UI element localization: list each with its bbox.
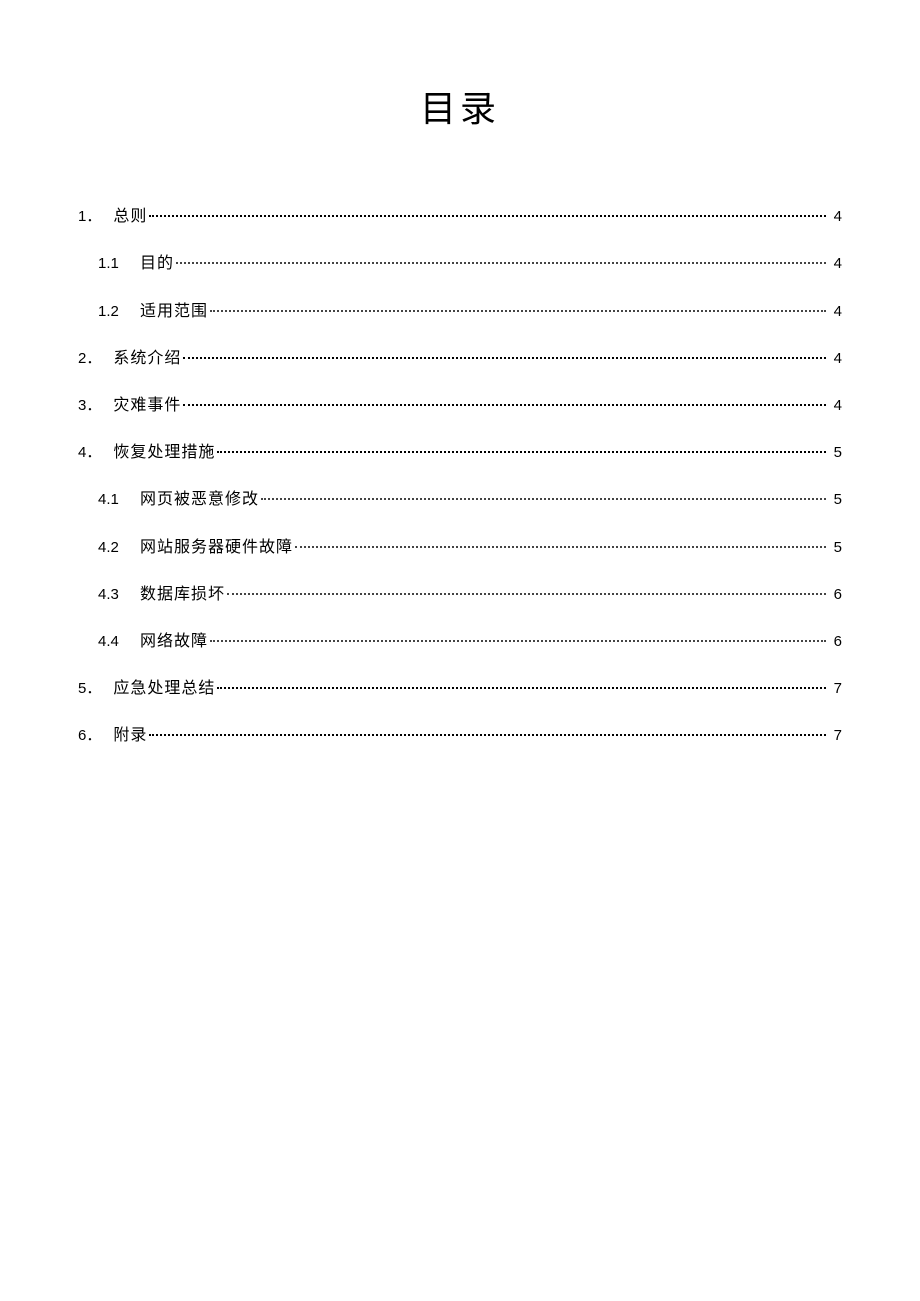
toc-leader-dots <box>217 438 826 457</box>
toc-leader-dots <box>295 532 826 551</box>
toc-entry[interactable]: 1．总则 4 <box>78 202 842 229</box>
toc-entry-page: 6 <box>828 584 842 607</box>
toc-entry-number: 3． <box>78 395 113 418</box>
toc-entry-label: 适用范围 <box>140 300 208 324</box>
toc-leader-dots <box>149 202 826 221</box>
toc-entry-page: 5 <box>828 489 842 512</box>
toc-leader-dots <box>210 627 826 646</box>
toc-entry[interactable]: 4.2网站服务器硬件故障 5 <box>78 532 842 559</box>
toc-leader-dots <box>176 249 826 268</box>
toc-entry-page: 4 <box>828 395 842 418</box>
toc-leader-dots <box>183 391 826 410</box>
toc-entry[interactable]: 3．灾难事件 4 <box>78 391 842 418</box>
toc-entry-label: 网页被恶意修改 <box>140 488 259 512</box>
toc-leader-dots <box>210 296 826 315</box>
toc-leader-dots <box>183 344 826 363</box>
toc-entry-page: 4 <box>828 301 842 324</box>
document-page: 目录 1．总则 4 1.1目的 4 1.2适用范围 4 2．系统介绍 4 3．灾难事件 4 4．恢复… <box>0 0 920 1301</box>
toc-leader-dots <box>217 674 826 693</box>
toc-entry-label: 应急处理总结 <box>113 677 215 701</box>
toc-entry[interactable]: 4．恢复处理措施 5 <box>78 438 842 465</box>
toc-entry[interactable]: 1.2适用范围 4 <box>78 296 842 323</box>
toc-entry-page: 4 <box>828 348 842 371</box>
toc-entry-page: 7 <box>828 678 842 701</box>
toc-leader-dots <box>227 580 826 599</box>
toc-entry-label: 附录 <box>113 724 147 748</box>
toc-entry-number: 1.2 <box>98 301 140 324</box>
toc-entry-label: 恢复处理措施 <box>113 441 215 465</box>
toc-entry[interactable]: 1.1目的 4 <box>78 249 842 276</box>
toc-entry-label: 网站服务器硬件故障 <box>140 536 293 560</box>
toc-entry-page: 4 <box>828 253 842 276</box>
toc-title: 目录 <box>78 80 842 132</box>
toc-entry-number: 4.1 <box>98 489 140 512</box>
toc-entry-number: 1． <box>78 206 113 229</box>
toc-entry[interactable]: 5．应急处理总结 7 <box>78 674 842 701</box>
toc-entry-label: 目的 <box>140 252 174 276</box>
toc-entry-label: 网络故障 <box>140 630 208 654</box>
toc-entry-number: 5． <box>78 678 113 701</box>
toc-entry-page: 5 <box>828 442 842 465</box>
toc-leader-dots <box>261 485 826 504</box>
toc-entry-label: 系统介绍 <box>113 347 181 371</box>
toc-entry[interactable]: 2．系统介绍 4 <box>78 344 842 371</box>
toc-entry-page: 6 <box>828 631 842 654</box>
toc-entry[interactable]: 4.1网页被恶意修改 5 <box>78 485 842 512</box>
toc-entry-number: 4.2 <box>98 537 140 560</box>
toc-entry-number: 4． <box>78 442 113 465</box>
toc-entry[interactable]: 6．附录 7 <box>78 721 842 748</box>
toc-entry-label: 总则 <box>113 205 147 229</box>
toc-entry-page: 7 <box>828 725 842 748</box>
toc-entry[interactable]: 4.3数据库损坏 6 <box>78 580 842 607</box>
toc-entry-page: 5 <box>828 537 842 560</box>
toc-leader-dots <box>149 721 826 740</box>
toc-entry-label: 数据库损坏 <box>140 583 225 607</box>
toc-entry-number: 6． <box>78 725 113 748</box>
toc-entry-page: 4 <box>828 206 842 229</box>
toc-entry-number: 4.4 <box>98 631 140 654</box>
toc-entry-label: 灾难事件 <box>113 394 181 418</box>
toc-entry-number: 1.1 <box>98 253 140 276</box>
toc-entry[interactable]: 4.4网络故障 6 <box>78 627 842 654</box>
toc-entry-number: 4.3 <box>98 584 140 607</box>
toc-list: 1．总则 4 1.1目的 4 1.2适用范围 4 2．系统介绍 4 3．灾难事件 4 4．恢复处理措… <box>78 202 842 748</box>
toc-entry-number: 2． <box>78 348 113 371</box>
